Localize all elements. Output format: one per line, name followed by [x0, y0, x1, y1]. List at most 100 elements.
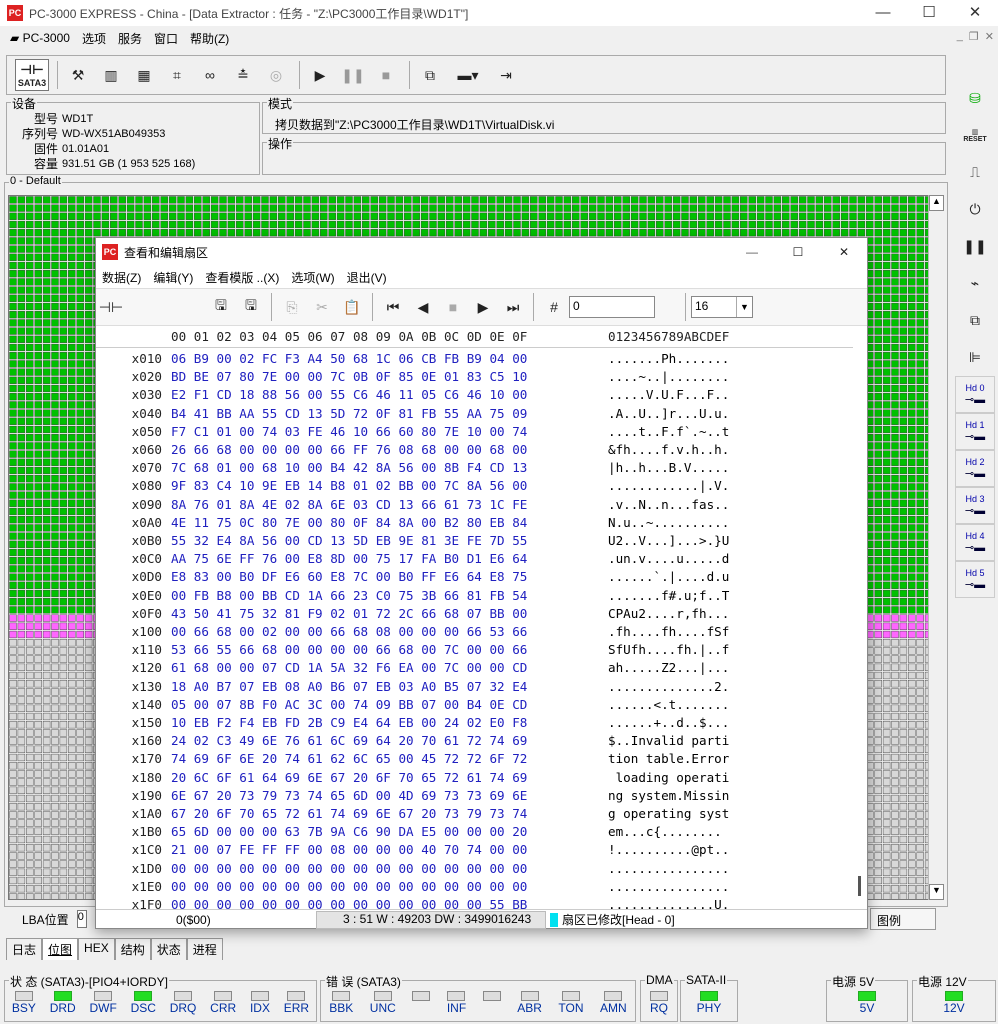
row-hex-bytes[interactable]: 06 B9 00 02 FC F3 A4 50 68 1C 06 CB FB B…: [171, 350, 527, 368]
head-5-button[interactable]: Hd 5 ⊸▬: [955, 561, 995, 598]
dialog-menu-exit[interactable]: 退出(V): [341, 269, 393, 286]
mdi-restore-button[interactable]: ❐: [969, 30, 979, 43]
binoculars-icon[interactable]: ∞: [195, 59, 225, 91]
row-hex-bytes[interactable]: 00 00 00 00 00 00 00 00 00 00 00 00 00 0…: [171, 860, 527, 878]
prev-sector-icon[interactable]: ◀: [408, 292, 438, 322]
row-ascii[interactable]: .A..U..]r...U.u.: [608, 405, 729, 423]
copy-icon[interactable]: ⧉: [955, 302, 995, 339]
row-hex-bytes[interactable]: 6E 67 20 73 79 73 74 65 6D 00 4D 69 73 7…: [171, 787, 527, 805]
menu-help[interactable]: 帮助(Z): [184, 30, 235, 47]
tools-icon[interactable]: ⚒: [63, 59, 93, 91]
row-hex-bytes[interactable]: F7 C1 01 00 74 03 FE 46 10 66 60 80 7E 1…: [171, 423, 527, 441]
row-hex-bytes[interactable]: 9F 83 C4 10 9E EB 14 B8 01 02 BB 00 7C 8…: [171, 477, 527, 495]
row-hex-bytes[interactable]: 00 FB B8 00 BB CD 1A 66 23 C0 75 3B 66 8…: [171, 587, 527, 605]
row-ascii[interactable]: em...c{........: [608, 823, 729, 841]
row-ascii[interactable]: .......f#.u;f..T: [608, 587, 729, 605]
drive-icon[interactable]: ⌗: [162, 59, 192, 91]
row-ascii[interactable]: !..........@pt..: [608, 841, 729, 859]
screen-icon[interactable]: ▬▾: [448, 59, 488, 91]
sata-port-button[interactable]: ⊣⊢ SATA3: [15, 59, 49, 91]
dialog-menu-template[interactable]: 查看模版 ..(X): [199, 269, 285, 286]
row-ascii[interactable]: $..Invalid parti: [608, 732, 729, 750]
row-hex-bytes[interactable]: 67 20 6F 70 65 72 61 74 69 6E 67 20 73 7…: [171, 805, 527, 823]
row-ascii[interactable]: ......+..d..$...: [608, 714, 729, 732]
save-icon[interactable]: 🖫: [206, 292, 236, 322]
row-ascii[interactable]: ......<.t.......: [608, 696, 729, 714]
row-hex-bytes[interactable]: 26 66 68 00 00 00 00 66 FF 76 08 68 00 0…: [171, 441, 527, 459]
last-sector-icon[interactable]: ⏭: [498, 292, 528, 322]
menu-window[interactable]: 窗口: [148, 30, 184, 47]
menu-options[interactable]: 选项: [76, 30, 112, 47]
row-ascii[interactable]: .v..N..n...fas..: [608, 496, 729, 514]
row-ascii[interactable]: tion table.Error: [608, 750, 729, 768]
row-ascii[interactable]: ................: [608, 860, 729, 878]
row-ascii[interactable]: ah.....Z2...|...: [608, 659, 729, 677]
row-ascii[interactable]: ..............2.: [608, 678, 729, 696]
row-hex-bytes[interactable]: 24 02 C3 49 6E 76 61 6C 69 64 20 70 61 7…: [171, 732, 527, 750]
row-hex-bytes[interactable]: 10 EB F2 F4 EB FD 2B C9 E4 64 EB 00 24 0…: [171, 714, 527, 732]
pause-icon[interactable]: ❚❚: [955, 228, 995, 265]
row-hex-bytes[interactable]: E2 F1 CD 18 88 56 00 55 C6 46 11 05 C6 4…: [171, 386, 527, 404]
dialog-minimize-button[interactable]: —: [729, 238, 775, 266]
windows-icon[interactable]: ⧉: [415, 59, 445, 91]
row-hex-bytes[interactable]: 7C 68 01 00 68 10 00 B4 42 8A 56 00 8B F…: [171, 459, 527, 477]
tab-bitmap[interactable]: 位图: [42, 938, 79, 960]
row-hex-bytes[interactable]: BD BE 07 80 7E 00 00 7C 0B 0F 85 0E 01 8…: [171, 368, 527, 386]
row-hex-bytes[interactable]: AA 75 6E FF 76 00 E8 8D 00 75 17 FA B0 D…: [171, 550, 527, 568]
row-hex-bytes[interactable]: 53 66 55 66 68 00 00 00 00 66 68 00 7C 0…: [171, 641, 527, 659]
mdi-close-button[interactable]: ✕: [985, 30, 994, 43]
hex-scrollbar[interactable]: [853, 328, 867, 898]
row-hex-bytes[interactable]: 20 6C 6F 61 64 69 6E 67 20 6F 70 65 72 6…: [171, 769, 527, 787]
row-ascii[interactable]: .....V.U.F...F..: [608, 386, 729, 404]
head-3-button[interactable]: Hd 3 ⊸▬: [955, 487, 995, 524]
row-hex-bytes[interactable]: 61 68 00 00 07 CD 1A 5A 32 F6 EA 00 7C 0…: [171, 659, 527, 677]
row-hex-bytes[interactable]: 4E 11 75 0C 80 7E 00 80 0F 84 8A 00 B2 8…: [171, 514, 527, 532]
percent-icon[interactable]: ▦: [129, 59, 159, 91]
cut-icon[interactable]: ✂: [307, 292, 337, 322]
play-icon[interactable]: ▶: [305, 59, 335, 91]
save-as-icon[interactable]: 🖫: [236, 292, 266, 322]
row-ascii[interactable]: ............|.V.: [608, 477, 729, 495]
head-0-button[interactable]: Hd 0 ⊸▬: [955, 376, 995, 413]
sector-number-input[interactable]: 0: [569, 296, 655, 318]
row-hex-bytes[interactable]: 55 32 E4 8A 56 00 CD 13 5D EB 9E 81 3E F…: [171, 532, 527, 550]
tab-hex[interactable]: HEX: [78, 938, 115, 960]
row-hex-bytes[interactable]: B4 41 BB AA 55 CD 13 5D 72 0F 81 FB 55 A…: [171, 405, 527, 423]
row-ascii[interactable]: |h..h...B.V.....: [608, 459, 729, 477]
row-ascii[interactable]: .un.v....u.....d: [608, 550, 729, 568]
hex-view[interactable]: 00 01 02 03 04 05 06 07 08 09 0A 0B 0C 0…: [96, 328, 853, 912]
next-sector-icon[interactable]: ▶: [468, 292, 498, 322]
port-icon[interactable]: ⊣⊢: [96, 292, 126, 322]
row-ascii[interactable]: U2..V...]...>.}U: [608, 532, 729, 550]
head-1-button[interactable]: Hd 1 ⊸▬: [955, 413, 995, 450]
connector-icon[interactable]: ⊫: [955, 339, 995, 376]
row-ascii[interactable]: .fh....fh....fSf: [608, 623, 729, 641]
goto-sector-icon[interactable]: #: [539, 292, 569, 322]
row-ascii[interactable]: SfUfh....fh.|..f: [608, 641, 729, 659]
pause-icon[interactable]: ❚❚: [338, 59, 368, 91]
menu-service[interactable]: 服务: [112, 30, 148, 47]
row-ascii[interactable]: CPAu2....r,fh...: [608, 605, 729, 623]
row-ascii[interactable]: ....~..|........: [608, 368, 729, 386]
row-ascii[interactable]: g operating syst: [608, 805, 729, 823]
dialog-menu-data[interactable]: 数据(Z): [96, 269, 147, 286]
dialog-close-button[interactable]: ✕: [821, 238, 867, 266]
maximize-button[interactable]: ☐: [906, 0, 952, 26]
tab-status[interactable]: 状态: [150, 938, 187, 960]
id-icon[interactable]: ▥: [96, 59, 126, 91]
row-ascii[interactable]: loading operati: [608, 769, 730, 787]
power-off-icon[interactable]: ⏻: [955, 191, 995, 228]
row-hex-bytes[interactable]: 8A 76 01 8A 4E 02 8A 6E 03 CD 13 66 61 7…: [171, 496, 527, 514]
paste-icon[interactable]: 📋: [337, 292, 367, 322]
first-sector-icon[interactable]: ⏮: [378, 292, 408, 322]
head-2-button[interactable]: Hd 2 ⊸▬: [955, 450, 995, 487]
row-hex-bytes[interactable]: 65 6D 00 00 00 63 7B 9A C6 90 DA E5 00 0…: [171, 823, 527, 841]
tab-structure[interactable]: 结构: [114, 938, 151, 960]
row-hex-bytes[interactable]: E8 83 00 B0 DF E6 60 E8 7C 00 B0 FF E6 6…: [171, 568, 527, 586]
row-ascii[interactable]: ................: [608, 878, 729, 896]
copy-icon[interactable]: ⎘: [277, 292, 307, 322]
row-ascii[interactable]: N.u..~..........: [608, 514, 729, 532]
row-hex-bytes[interactable]: 21 00 07 FE FF FF 00 08 00 00 00 40 70 7…: [171, 841, 527, 859]
dialog-maximize-button[interactable]: ☐: [775, 238, 821, 266]
row-hex-bytes[interactable]: 18 A0 B7 07 EB 08 A0 B6 07 EB 03 A0 B5 0…: [171, 678, 527, 696]
